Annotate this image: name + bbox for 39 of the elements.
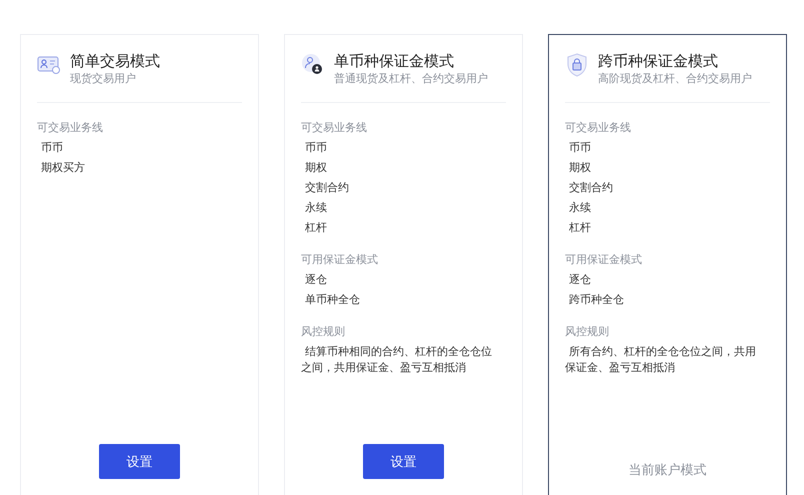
list-item: 交割合约	[304, 180, 350, 196]
list-item: 交割合约	[568, 180, 614, 196]
shield-lock-icon	[565, 53, 589, 77]
list-item: 期权买方	[40, 160, 86, 176]
section-label: 可交易业务线	[37, 120, 104, 136]
mode-subtitle: 现货交易用户	[70, 71, 137, 86]
section-label: 风控规则	[565, 324, 610, 340]
mode-card[interactable]: 简单交易模式 现货交易用户 可交易业务线 币币 期权买方 设置	[20, 34, 259, 495]
mode-card[interactable]: 跨币种保证金模式 高阶现货及杠杆、合约交易用户 可交易业务线 币币 期权 交割合约 永续 杠杆 可用保证金模式 逐仓 跨币种全仓 风控规则 所有合约、杠杆的全仓仓位之间，共用保证金、盈亏互相抵消 当前账户模式	[548, 34, 787, 495]
user-icon	[301, 53, 325, 77]
mode-subtitle: 普通现货及杠杆、合约交易用户	[334, 71, 488, 86]
list-item: 逐仓	[304, 272, 328, 288]
settings-button[interactable]: 设置	[363, 444, 444, 479]
list-item: 单币种全仓	[304, 292, 361, 308]
list-item: 永续	[304, 200, 328, 216]
list-item: 杠杆	[304, 220, 328, 236]
mode-title: 跨币种保证金模式	[598, 51, 719, 71]
rule-text: 所有合约、杠杆的全仓仓位之间，共用保证金、盈亏互相抵消	[565, 344, 757, 376]
list-item: 杠杆	[568, 220, 592, 236]
mode-subtitle: 高阶现货及杠杆、合约交易用户	[598, 71, 752, 86]
section-label: 可交易业务线	[301, 120, 368, 136]
list-item: 永续	[568, 200, 592, 216]
list-item: 跨币种全仓	[568, 292, 625, 308]
section-label: 可用保证金模式	[565, 252, 643, 268]
list-item: 期权	[568, 160, 592, 176]
list-item: 币币	[304, 140, 328, 156]
current-mode-label: 当前账户模式	[628, 462, 706, 479]
section-label: 可用保证金模式	[301, 252, 379, 268]
list-item: 逐仓	[568, 272, 592, 288]
rule-text: 结算币种相同的合约、杠杆的全仓仓位之间，共用保证金、盈亏互相抵消	[301, 344, 493, 376]
list-item: 币币	[568, 140, 592, 156]
section-label: 风控规则	[301, 324, 346, 340]
mode-title: 简单交易模式	[70, 51, 160, 71]
mode-title: 单币种保证金模式	[334, 51, 455, 71]
list-item: 期权	[304, 160, 328, 176]
list-item: 币币	[40, 140, 64, 156]
mode-card[interactable]: 单币种保证金模式 普通现货及杠杆、合约交易用户 可交易业务线 币币 期权 交割合约 永续 杠杆 可用保证金模式 逐仓 单币种全仓 风控规则 结算币种相同的合约、杠杆的全仓仓位之间，共用保证金、盈亏互相抵消 设置	[284, 34, 523, 495]
settings-button[interactable]: 设置	[99, 444, 180, 479]
section-label: 可交易业务线	[565, 120, 632, 136]
